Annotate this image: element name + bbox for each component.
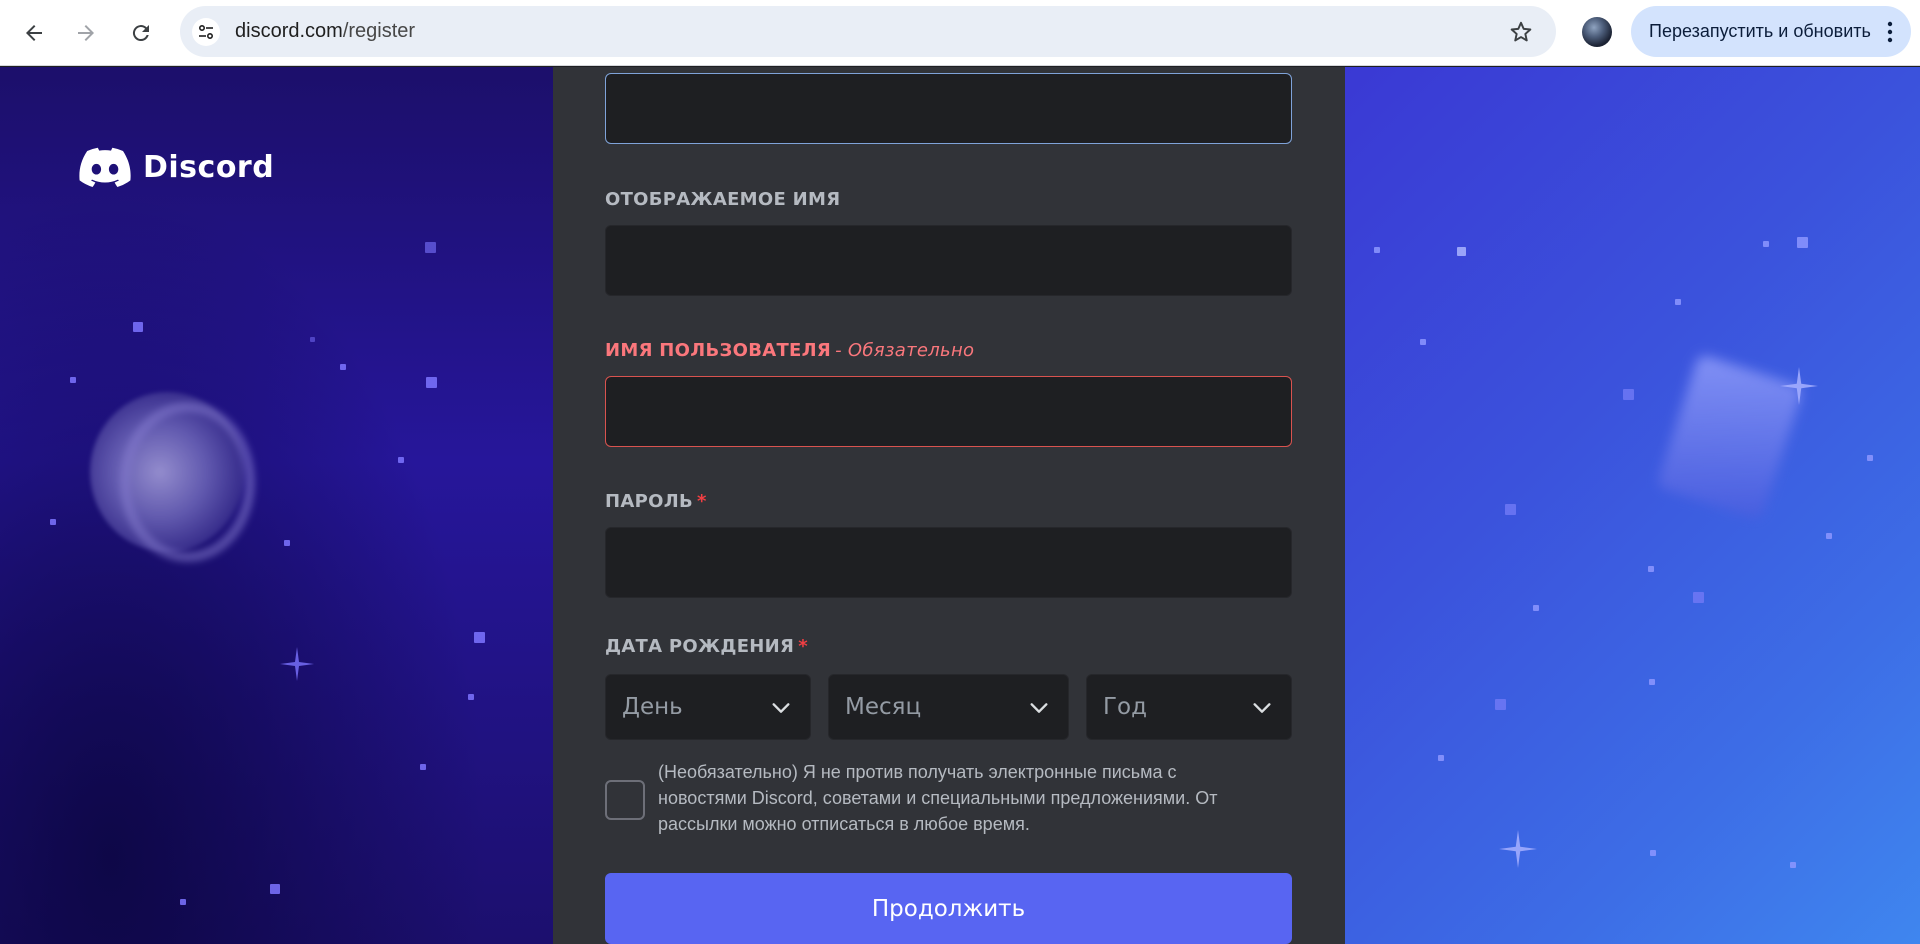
site-info-icon[interactable] [192,18,220,46]
star-decoration [398,457,404,463]
registration-form: ОТОБРАЖАЕМОЕ ИМЯ ИМЯ ПОЛЬЗОВАТЕЛЯ - Обяза… [553,67,1345,944]
planet-decoration [90,392,245,552]
year-select[interactable]: Год [1086,674,1292,740]
discord-wordmark: Discord [143,149,275,185]
bookmark-star-icon[interactable] [1508,19,1534,45]
chevron-down-icon [1030,703,1048,713]
star-decoration [1438,755,1444,761]
star-decoration [468,694,474,700]
discord-logo[interactable]: Discord [79,147,274,187]
star-decoration [1763,241,1769,247]
star-decoration [1693,592,1704,603]
star-decoration [1797,237,1808,248]
star-decoration [426,377,437,388]
url-path: /register [342,20,416,42]
reload-icon [132,25,149,42]
sparkle-icon [1780,367,1818,405]
profile-avatar[interactable] [1582,17,1612,47]
url-domain: discord.com [235,20,343,42]
star-decoration [1420,339,1426,345]
star-decoration [1867,455,1873,461]
register-page: Discord ОТОБРАЖАЕМОЕ ИМЯ ИМЯ ПОЛЬЗОВАТЕЛ… [0,67,1920,944]
chevron-down-icon [772,703,790,713]
star-decoration [1826,533,1832,539]
chevron-down-icon [1253,703,1271,713]
star-decoration [1533,605,1539,611]
star-decoration [1648,566,1654,572]
continue-button-label: Продолжить [871,895,1026,922]
password-field[interactable] [605,527,1292,598]
display-name-label: ОТОБРАЖАЕМОЕ ИМЯ [605,189,841,210]
address-bar[interactable]: discord.com/register [180,6,1556,57]
star-decoration [1505,504,1516,515]
star-decoration [133,322,143,332]
star-decoration [180,899,186,905]
star-decoration [1790,862,1796,868]
star-decoration [474,632,485,643]
month-select-value: Месяц [845,694,922,720]
day-select-value: День [622,694,683,720]
username-error-hint: - Обязательно [835,340,975,361]
required-marker: * [798,636,808,657]
star-decoration [1650,850,1656,856]
forward-button[interactable] [66,13,106,53]
month-select[interactable]: Месяц [828,674,1069,740]
password-label: ПАРОЛЬ * [605,491,707,512]
password-label-text: ПАРОЛЬ [605,491,693,512]
star-decoration [1457,247,1466,256]
star-decoration [1374,247,1380,253]
discord-clyde-icon [79,147,131,187]
day-select[interactable]: День [605,674,811,740]
marketing-consent-text: (Необязательно) Я не против получать эле… [658,762,1218,834]
required-marker: * [696,491,707,512]
birthdate-label: ДАТА РОЖДЕНИЯ * [605,636,808,657]
background-left [0,67,553,944]
star-decoration [310,337,315,342]
star-decoration [284,540,290,546]
star-decoration [1623,389,1634,400]
star-decoration [420,764,426,770]
star-decoration [1649,679,1655,685]
arrow-left-icon [26,25,42,41]
birthdate-label-text: ДАТА РОЖДЕНИЯ [605,636,795,657]
display-name-field[interactable] [605,225,1292,296]
year-select-value: Год [1103,694,1148,720]
email-field[interactable] [605,73,1292,144]
background-right [1345,67,1920,944]
marketing-consent-checkbox[interactable] [605,780,645,820]
star-decoration [270,884,280,894]
relaunch-update-button[interactable]: Перезапустить и обновить [1631,6,1911,57]
star-decoration [70,377,76,383]
sparkle-icon [280,647,314,681]
star-decoration [425,242,436,253]
username-field[interactable] [605,376,1292,447]
username-label-text: ИМЯ ПОЛЬЗОВАТЕЛЯ [605,340,832,361]
sparkle-icon [1499,830,1537,868]
relaunch-label: Перезапустить и обновить [1649,21,1871,41]
star-decoration [1675,299,1681,305]
username-label: ИМЯ ПОЛЬЗОВАТЕЛЯ - Обязательно [605,340,974,361]
continue-button[interactable]: Продолжить [605,873,1292,944]
star-decoration [340,364,346,370]
arrow-right-icon [78,25,94,41]
more-vertical-icon[interactable] [1887,20,1893,44]
star-decoration [50,519,56,525]
url-text[interactable]: discord.com/register [235,20,415,43]
browser-toolbar: discord.com/register Перезапустить и обн… [0,0,1920,66]
back-button[interactable] [14,13,54,53]
star-decoration [1495,699,1506,710]
reload-button[interactable] [121,13,161,53]
